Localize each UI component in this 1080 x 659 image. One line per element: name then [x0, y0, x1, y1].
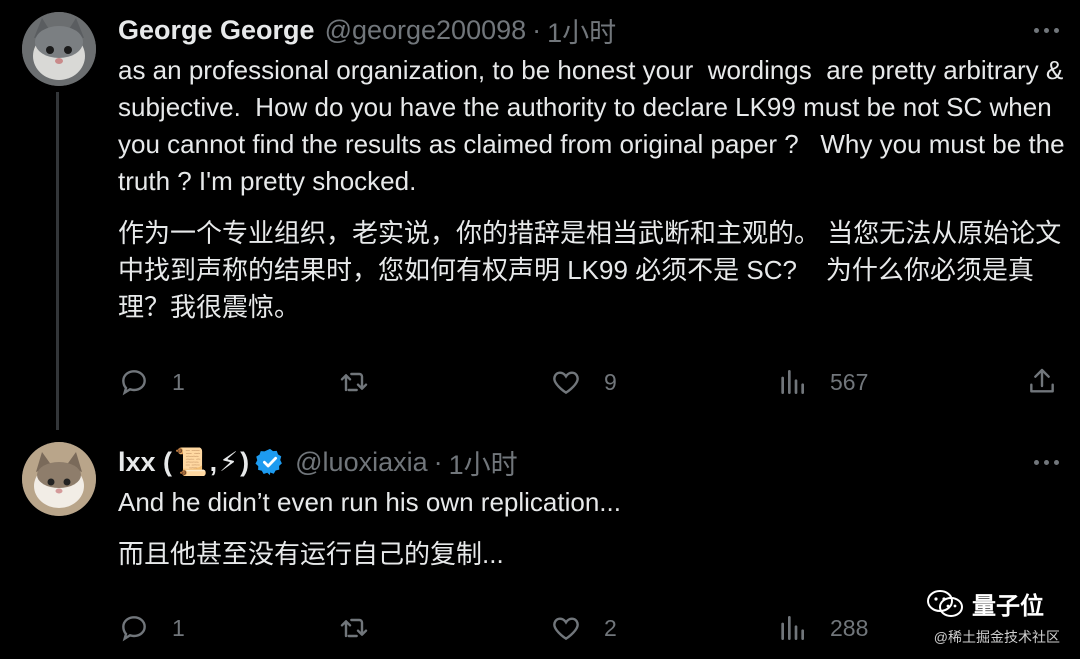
timestamp[interactable]: 1小时: [547, 11, 616, 50]
tweet-text-en: And he didn’t even run his own replicati…: [118, 487, 621, 517]
reply-icon: [122, 370, 146, 396]
share-button[interactable]: [1026, 362, 1058, 402]
heart-icon: [553, 617, 579, 641]
tweet-george[interactable]: George George @george200098 · 1小时 as an …: [0, 0, 1080, 430]
wechat-icon: [927, 589, 963, 617]
views-icon: [781, 616, 804, 640]
user-handle[interactable]: @luoxiaxia: [295, 447, 427, 478]
tweet-lxx[interactable]: lxx (📜,⚡) @luoxiaxia · 1小时 And he didn’t…: [0, 430, 1080, 659]
retweet-button[interactable]: [338, 608, 392, 648]
heart-icon: [553, 371, 579, 395]
user-handle[interactable]: @george200098: [325, 15, 527, 46]
display-name-prefix: lxx (: [118, 447, 173, 477]
avatar-lxx[interactable]: [22, 442, 96, 516]
views-button[interactable]: 567: [776, 362, 868, 402]
separator-dot: ·: [433, 446, 443, 477]
action-bar: 1 9 567: [118, 362, 1068, 402]
retweet-icon: [340, 618, 368, 638]
timestamp[interactable]: 1小时: [449, 443, 518, 482]
reply-icon: [122, 616, 146, 642]
watermark-brand-text: 量子位: [972, 593, 1044, 620]
tweet-header: lxx (📜,⚡) @luoxiaxia · 1小时: [118, 444, 518, 480]
scroll-emoji: 📜: [174, 447, 208, 477]
verified-badge-icon: [255, 447, 285, 477]
retweet-icon: [340, 372, 368, 392]
more-icon[interactable]: [1026, 18, 1066, 42]
display-name[interactable]: lxx (📜,⚡): [118, 446, 249, 478]
watermark-source: @稀土掘金技术社区: [933, 629, 1060, 645]
watermark-brand: 量子位: [926, 586, 1044, 621]
view-count: 567: [830, 368, 869, 395]
tweet-text-zh: 作为一个专业组织，老实说，你的措辞是相当武断和主观的。 当您无法从原始论文中找到…: [118, 218, 1062, 322]
views-icon: [781, 370, 804, 394]
share-icon: [1030, 368, 1054, 393]
like-button[interactable]: 9: [550, 362, 617, 402]
reply-count: 1: [172, 368, 185, 395]
retweet-button[interactable]: [338, 362, 392, 402]
tweet-header: George George @george200098 · 1小时: [118, 12, 616, 48]
thread-line: [56, 92, 59, 430]
reply-button[interactable]: 1: [118, 608, 185, 648]
view-count: 288: [830, 614, 869, 641]
avatar-george[interactable]: [22, 12, 96, 86]
display-name-sep: ,: [209, 447, 218, 477]
reply-count: 1: [172, 614, 185, 641]
like-count: 2: [604, 614, 617, 641]
display-name-suffix: ): [240, 447, 250, 477]
like-count: 9: [604, 368, 617, 395]
more-icon[interactable]: [1026, 450, 1066, 474]
lightning-emoji: ⚡: [219, 447, 239, 477]
display-name[interactable]: George George: [118, 15, 315, 46]
views-button[interactable]: 288: [776, 608, 868, 648]
tweet-text-zh: 而且他甚至没有运行自己的复制...: [118, 539, 504, 569]
separator-dot: ·: [532, 14, 542, 45]
tweet-text-en: as an professional organization, to be h…: [118, 55, 1072, 196]
like-button[interactable]: 2: [550, 608, 617, 648]
reply-button[interactable]: 1: [118, 362, 185, 402]
